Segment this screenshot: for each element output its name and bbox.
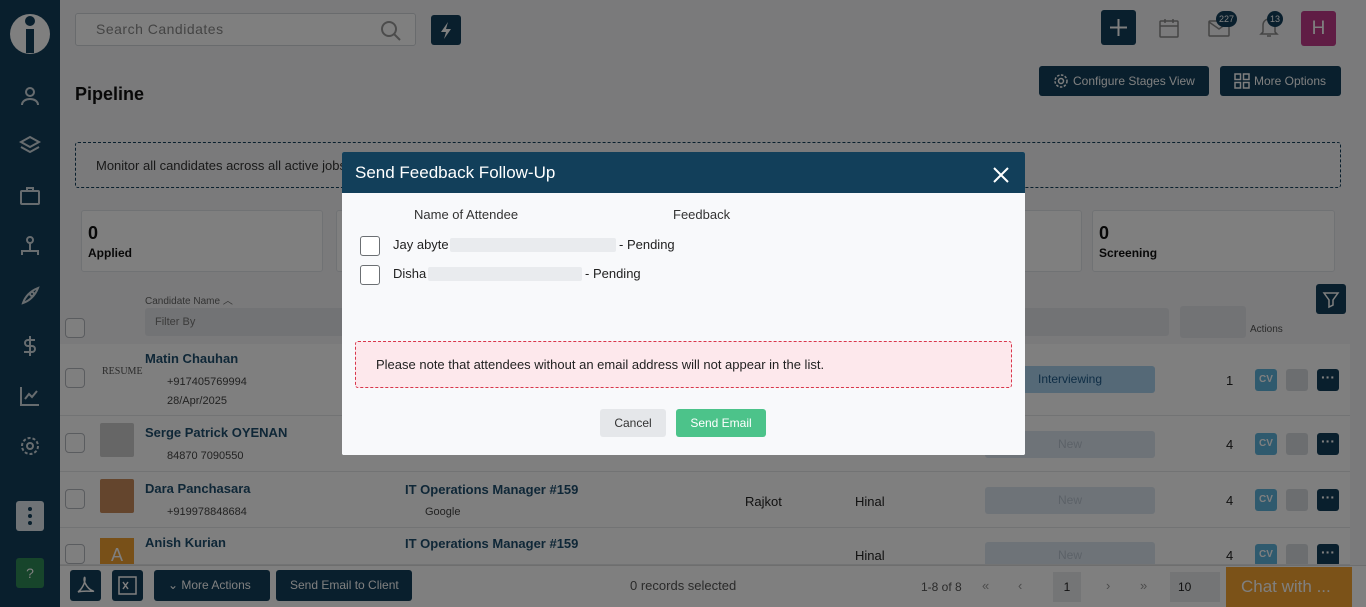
column-header-feedback: Feedback bbox=[673, 207, 731, 222]
attendee-status: - Pending bbox=[619, 237, 675, 252]
attendee-checkbox[interactable] bbox=[360, 236, 380, 256]
send-email-button[interactable]: Send Email bbox=[676, 409, 766, 437]
modal-title: Send Feedback Follow-Up bbox=[342, 152, 1025, 193]
feedback-modal: Send Feedback Follow-Up Name of Attendee… bbox=[342, 152, 1025, 455]
attendee-status: - Pending bbox=[585, 266, 641, 281]
email-warning-alert: Please note that attendees without an em… bbox=[355, 341, 1012, 388]
attendee-checkbox[interactable] bbox=[360, 265, 380, 285]
attendee-name: Jay abyte bbox=[393, 237, 449, 252]
redacted-email bbox=[450, 238, 616, 252]
cancel-button[interactable]: Cancel bbox=[600, 409, 666, 437]
attendee-name: Disha bbox=[393, 266, 427, 281]
close-icon[interactable] bbox=[992, 166, 1010, 184]
column-header-attendee: Name of Attendee bbox=[414, 207, 519, 222]
redacted-email bbox=[428, 267, 582, 281]
